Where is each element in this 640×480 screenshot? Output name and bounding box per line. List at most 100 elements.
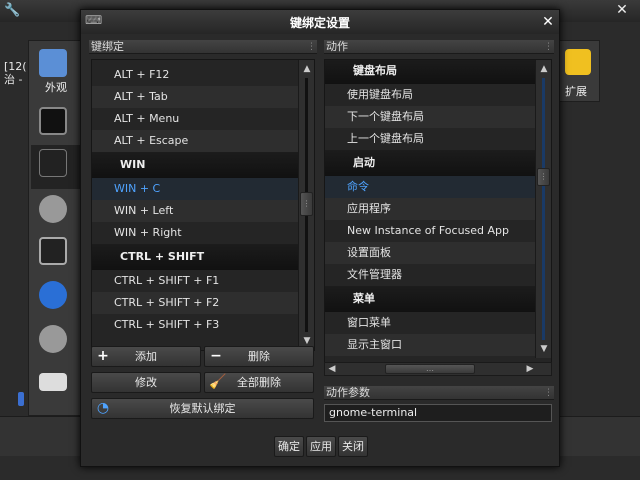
sidebar-item-extensions[interactable]: 扩展 [556, 40, 600, 102]
list-group-header: 启动 [325, 150, 535, 176]
grip-icon: ⋮ [544, 42, 553, 52]
scroll-indicator [18, 392, 24, 406]
list-item[interactable]: 显示主窗口 [325, 334, 535, 356]
puzzle-icon [565, 49, 591, 75]
dialog-titlebar: ⌨ 键绑定设置 ✕ [81, 10, 559, 34]
list-item[interactable]: 命令 [325, 176, 535, 198]
actions-header-label: 动作 [326, 40, 348, 53]
keyboard-icon [39, 149, 67, 177]
list-item[interactable]: ALT + Menu [92, 108, 298, 130]
list-group-header: CTRL + SHIFT [92, 244, 298, 270]
bg-text-line: 治 - [4, 73, 23, 86]
list-item[interactable]: ALT + Escape [92, 130, 298, 152]
bindings-header-label: 键绑定 [91, 40, 124, 53]
actions-hscrollbar[interactable]: ◀ … ▶ [324, 362, 552, 376]
extension-label: 扩展 [565, 85, 587, 98]
restore-button-label: 恢复默认绑定 [169, 402, 236, 415]
ok-button-label: 确定 [278, 440, 300, 453]
list-item[interactable]: CTRL + SHIFT + F1 [92, 270, 298, 292]
list-item[interactable]: WIN + Left [92, 200, 298, 222]
delete-button[interactable]: − 删除 [204, 346, 314, 367]
list-item[interactable]: 文件管理器 [325, 264, 535, 286]
add-button-label: 添加 [135, 350, 157, 363]
scroll-down-icon[interactable]: ▼ [536, 342, 551, 356]
ok-button[interactable]: 确定 [274, 436, 304, 457]
sidebar-item-keyboard[interactable] [31, 363, 83, 407]
list-item[interactable]: CTRL + SHIFT + F3 [92, 314, 298, 336]
params-header: 动作参数 ⋮ [324, 386, 554, 400]
fingerprint-icon [39, 281, 67, 309]
wrench-icon: 🔧 [4, 3, 21, 18]
sidebar-item-fingerprint[interactable] [31, 277, 83, 321]
actions-scrollbar[interactable]: ▲ ⋮ ▼ [535, 60, 551, 358]
delete-button-label: 删除 [248, 350, 270, 363]
minus-icon: − [210, 348, 222, 364]
scroll-thumb[interactable]: ⋮ [537, 168, 550, 186]
close-dialog-button[interactable]: 关闭 [338, 436, 368, 457]
list-item[interactable]: New Instance of Focused App [325, 220, 535, 242]
mouse-icon [39, 325, 67, 353]
scroll-up-icon[interactable]: ▲ [299, 62, 314, 76]
apply-button[interactable]: 应用 [306, 436, 336, 457]
sidebar-item-keyboard[interactable] [31, 145, 83, 189]
bindings-scrollbar[interactable]: ▲ ⋮ ▼ [298, 60, 314, 350]
sidebar-item-mouse[interactable] [31, 321, 83, 365]
bindings-header: 键绑定 ⋮ [89, 40, 317, 54]
bg-text-line: [12( [4, 60, 27, 73]
sidebar-item-mouse[interactable] [31, 191, 83, 235]
restore-icon: ◔ [96, 400, 110, 416]
apply-button-label: 应用 [310, 440, 332, 453]
dialog-title: 键绑定设置 [289, 16, 350, 30]
keyboard-icon [39, 373, 67, 391]
restore-defaults-button[interactable]: ◔ 恢复默认绑定 [91, 398, 314, 419]
scroll-thumb[interactable]: ⋮ [300, 192, 313, 216]
add-button[interactable]: + 添加 [91, 346, 201, 367]
params-header-label: 动作参数 [326, 386, 370, 399]
sidebar-item-monitor[interactable] [31, 233, 83, 277]
sidebar-item-window-border[interactable] [31, 103, 83, 147]
plus-icon: + [97, 348, 109, 364]
edit-button[interactable]: 修改 [91, 372, 201, 393]
list-item[interactable]: CTRL + SHIFT + F2 [92, 292, 298, 314]
actions-list[interactable]: 键盘布局 使用键盘布局 下一个键盘布局 上一个键盘布局 启动 命令 应用程序 New Inst… [324, 59, 552, 371]
edit-button-label: 修改 [135, 376, 157, 389]
delete-all-button-label: 全部删除 [237, 376, 281, 389]
close-button-label: 关闭 [342, 440, 364, 453]
close-icon[interactable]: ✕ [612, 2, 632, 20]
keybinding-dialog: ⌨ 键绑定设置 ✕ 键绑定 ⋮ 动作 ⋮ ALT + F12 ALT + Tab A… [80, 9, 560, 467]
scroll-left-icon[interactable]: ◀ [325, 363, 339, 375]
settings-sidebar: 外观 [28, 40, 84, 416]
window-border-icon [39, 107, 67, 135]
close-button[interactable]: ✕ [539, 13, 557, 31]
list-group-header: 键盘布局 [325, 60, 535, 84]
scroll-right-icon[interactable]: ▶ [523, 363, 537, 375]
list-item[interactable]: ALT + Tab [92, 86, 298, 108]
list-item[interactable]: WIN + C [92, 178, 298, 200]
grip-icon: ⋮ [544, 388, 553, 398]
mouse-icon [39, 195, 67, 223]
scroll-up-icon[interactable]: ▲ [536, 62, 551, 76]
broom-icon: 🧹 [209, 374, 227, 390]
list-item[interactable]: 使用键盘布局 [325, 84, 535, 106]
bindings-list[interactable]: ALT + F12 ALT + Tab ALT + Menu ALT + Escape… [91, 59, 315, 351]
actions-header: 动作 ⋮ [324, 40, 554, 54]
delete-all-button[interactable]: 🧹 全部删除 [204, 372, 314, 393]
list-item[interactable]: 上一个键盘布局 [325, 128, 535, 150]
list-group-header: WIN [92, 152, 298, 178]
list-item[interactable]: WIN + Right [92, 222, 298, 244]
scroll-track [542, 78, 545, 340]
list-item[interactable]: 窗口菜单 [325, 312, 535, 334]
grip-icon: ⋮ [307, 42, 316, 52]
appearance-icon [39, 49, 67, 77]
list-item[interactable]: 应用程序 [325, 198, 535, 220]
monitor-icon [39, 237, 67, 265]
sidebar-item-label: 外观 [45, 81, 67, 94]
list-item[interactable]: 设置面板 [325, 242, 535, 264]
list-group-header: 菜单 [325, 286, 535, 312]
sidebar-item-appearance[interactable]: 外观 [31, 45, 83, 94]
list-item[interactable]: ALT + F12 [92, 64, 298, 86]
list-item[interactable]: 下一个键盘布局 [325, 106, 535, 128]
action-param-input[interactable]: gnome-terminal [324, 404, 552, 422]
hscroll-thumb[interactable]: … [385, 364, 475, 374]
background-text: [12( 治 - [4, 60, 27, 86]
